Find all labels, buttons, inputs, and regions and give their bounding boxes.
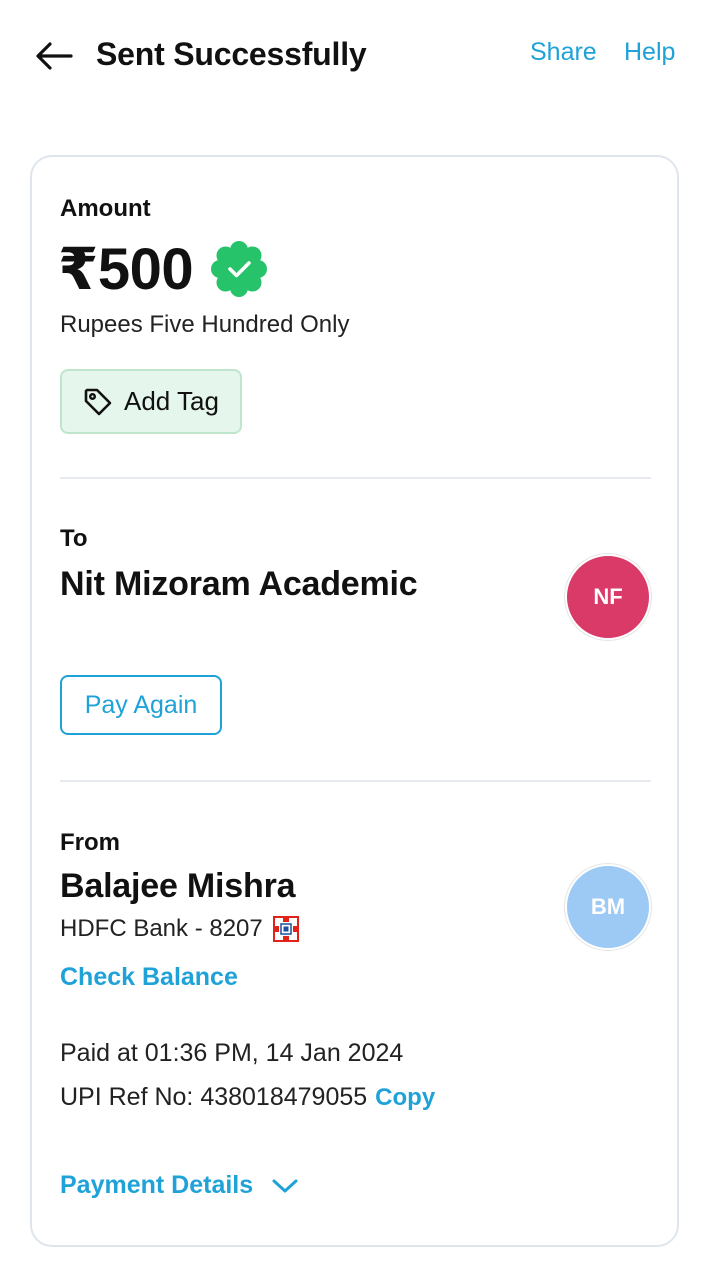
amount-row: ₹500: [58, 235, 269, 303]
to-label: To: [60, 525, 88, 552]
upi-ref-text: UPI Ref No: 438018479055: [60, 1083, 368, 1111]
tag-icon: [84, 388, 112, 415]
transaction-card: Amount ₹500 Rupees Five Hundred Only Add…: [30, 155, 679, 1247]
back-button[interactable]: [34, 36, 74, 76]
share-link[interactable]: Share: [530, 38, 597, 67]
add-tag-button[interactable]: Add Tag: [60, 369, 242, 434]
amount-label: Amount: [60, 195, 151, 222]
verified-check-icon: [211, 241, 268, 297]
add-tag-label: Add Tag: [124, 386, 219, 416]
page-title: Sent Successfully: [96, 36, 367, 72]
check-balance-link[interactable]: Check Balance: [60, 963, 238, 992]
copy-button[interactable]: Copy: [375, 1084, 435, 1111]
recipient-name: Nit Mizoram Academic: [60, 565, 418, 603]
payment-details-label: Payment Details: [60, 1171, 254, 1199]
bank-account: HDFC Bank - 8207: [60, 915, 263, 942]
amount-value: ₹500: [58, 237, 194, 302]
recipient-avatar: NF: [565, 554, 651, 640]
divider: [60, 477, 651, 479]
amount-in-words: Rupees Five Hundred Only: [60, 311, 350, 338]
sender-name: Balajee Mishra: [60, 867, 296, 905]
paid-at-text: Paid at 01:36 PM, 14 Jan 2024: [60, 1039, 404, 1067]
help-link[interactable]: Help: [624, 38, 675, 67]
arrow-left-icon: [36, 42, 73, 70]
bank-account-row: HDFC Bank - 8207: [60, 915, 299, 943]
hdfc-bank-icon: [272, 916, 299, 942]
sender-avatar: BM: [565, 864, 651, 950]
top-bar: Sent Successfully Share Help: [0, 0, 708, 110]
payment-details-toggle[interactable]: Payment Details: [60, 1171, 299, 1200]
divider: [60, 780, 651, 782]
pay-again-button[interactable]: Pay Again: [60, 675, 222, 735]
upi-ref-row: UPI Ref No: 438018479055 Copy: [60, 1083, 435, 1112]
from-label: From: [60, 829, 120, 856]
chevron-down-icon: [272, 1179, 298, 1192]
